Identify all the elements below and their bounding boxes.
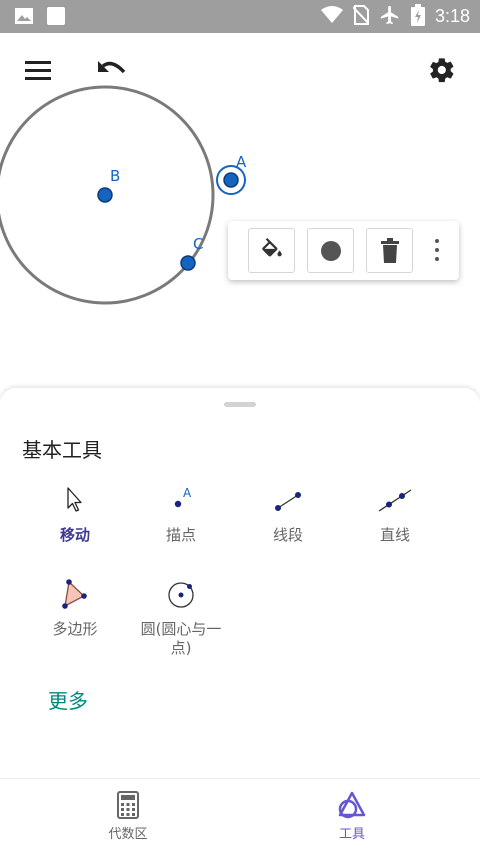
point-c-label: C xyxy=(193,235,203,253)
calculator-icon xyxy=(117,791,139,819)
point-a-label: A xyxy=(236,153,247,171)
point-b-label: B xyxy=(110,167,120,185)
nav-algebra-label: 代数区 xyxy=(108,827,148,842)
status-time: 3:18 xyxy=(434,6,470,26)
fill-color-icon xyxy=(261,237,282,256)
nav-tools-label: 工具 xyxy=(338,827,365,842)
battery-icon xyxy=(410,3,425,30)
line-icon xyxy=(378,489,412,512)
tool-polygon-label: 多边形 xyxy=(52,620,98,638)
nav-algebra[interactable]: 代数区 xyxy=(78,791,178,842)
fill-color-button[interactable] xyxy=(248,228,295,273)
point-style-icon xyxy=(320,240,341,261)
tool-move[interactable]: 移动 xyxy=(25,484,125,545)
point-icon: A xyxy=(174,486,192,508)
tool-segment-label: 线段 xyxy=(272,526,303,544)
status-bar: 3:18 xyxy=(0,0,480,33)
tool-segment[interactable]: 线段 xyxy=(238,484,338,545)
move-cursor-icon xyxy=(67,487,82,512)
drag-handle[interactable] xyxy=(224,402,256,407)
more-vert-button[interactable] xyxy=(426,235,448,265)
circle-center-point-icon xyxy=(168,582,194,608)
nav-tools[interactable]: 工具 xyxy=(302,791,402,842)
image-icon xyxy=(14,6,34,30)
delete-button[interactable] xyxy=(366,228,413,273)
tool-line[interactable]: 直线 xyxy=(345,484,445,545)
point-c[interactable]: C xyxy=(180,235,203,271)
square-icon xyxy=(46,6,66,30)
tools-icon xyxy=(338,791,366,819)
tool-point[interactable]: A 描点 xyxy=(131,484,231,545)
tools-panel: 基本工具 移动 A 描点 线段 直线 多边形 圆(圆心与一 点) 更多 xyxy=(0,388,480,778)
tool-line-label: 直线 xyxy=(379,526,410,544)
point-b[interactable]: B xyxy=(97,167,120,203)
no-sim-icon xyxy=(352,4,370,29)
airplane-icon xyxy=(379,4,401,30)
tool-circle-label: 圆(圆心与一 点) xyxy=(131,620,231,658)
tools-panel-title: 基本工具 xyxy=(22,438,102,462)
tool-polygon[interactable]: 多边形 xyxy=(25,578,125,639)
tool-circle-label-line2: 点) xyxy=(170,639,192,657)
point-style-button[interactable] xyxy=(307,228,354,273)
point-a[interactable]: A xyxy=(216,153,247,195)
segment-icon xyxy=(275,492,301,511)
tool-point-label: 描点 xyxy=(165,526,196,544)
tool-circle-label-line1: 圆(圆心与一 xyxy=(140,620,222,638)
wifi-icon xyxy=(320,5,343,28)
svg-text:A: A xyxy=(183,486,192,500)
more-vert-icon xyxy=(435,239,439,243)
polygon-icon xyxy=(62,579,87,609)
style-bar-popup xyxy=(228,221,459,280)
delete-icon xyxy=(380,237,399,263)
graphics-canvas[interactable]: A B C xyxy=(0,33,480,393)
more-tools-button[interactable]: 更多 xyxy=(48,685,88,714)
bottom-navigation: 代数区 工具 xyxy=(0,778,480,853)
app-root: 3:18 A B C 基本工具 移动 A 描点 线段 直线 多边形 圆(圆心与一… xyxy=(0,0,480,853)
tool-circle-center-point[interactable]: 圆(圆心与一 点) xyxy=(131,578,231,658)
tool-move-label: 移动 xyxy=(59,526,90,544)
